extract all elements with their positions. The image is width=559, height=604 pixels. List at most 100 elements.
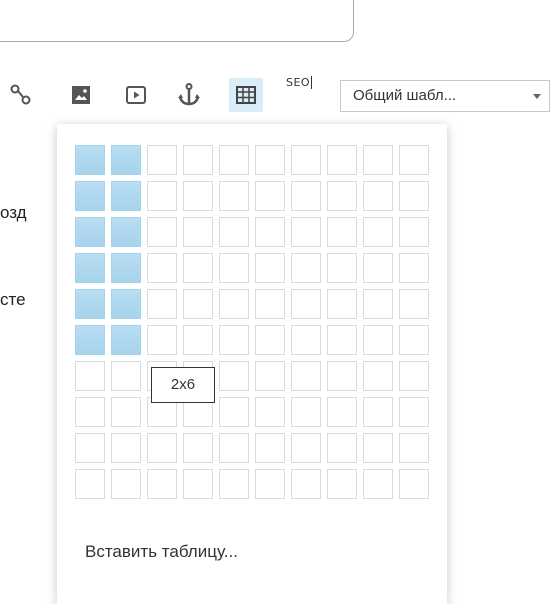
grid-cell[interactable] bbox=[111, 397, 141, 427]
grid-cell[interactable] bbox=[219, 253, 249, 283]
grid-cell[interactable] bbox=[219, 469, 249, 499]
grid-cell[interactable] bbox=[399, 217, 429, 247]
grid-cell[interactable] bbox=[111, 217, 141, 247]
grid-cell[interactable] bbox=[255, 217, 285, 247]
grid-cell[interactable] bbox=[147, 253, 177, 283]
grid-cell[interactable] bbox=[327, 289, 357, 319]
image-button[interactable] bbox=[64, 78, 98, 112]
grid-cell[interactable] bbox=[291, 289, 321, 319]
grid-cell[interactable] bbox=[111, 145, 141, 175]
grid-cell[interactable] bbox=[75, 181, 105, 211]
grid-cell[interactable] bbox=[147, 469, 177, 499]
grid-cell[interactable] bbox=[111, 469, 141, 499]
grid-cell[interactable] bbox=[111, 433, 141, 463]
grid-cell[interactable] bbox=[75, 253, 105, 283]
video-button[interactable] bbox=[119, 78, 153, 112]
grid-cell[interactable] bbox=[327, 433, 357, 463]
grid-cell[interactable] bbox=[363, 253, 393, 283]
grid-cell[interactable] bbox=[363, 469, 393, 499]
grid-cell[interactable] bbox=[399, 253, 429, 283]
grid-cell[interactable] bbox=[219, 217, 249, 247]
grid-cell[interactable] bbox=[399, 433, 429, 463]
seo-button[interactable]: SEO bbox=[286, 76, 313, 89]
grid-cell[interactable] bbox=[255, 469, 285, 499]
grid-cell[interactable] bbox=[291, 181, 321, 211]
grid-cell[interactable] bbox=[291, 433, 321, 463]
grid-cell[interactable] bbox=[291, 469, 321, 499]
table-button[interactable] bbox=[229, 78, 263, 112]
grid-cell[interactable] bbox=[399, 397, 429, 427]
grid-cell[interactable] bbox=[75, 361, 105, 391]
grid-cell[interactable] bbox=[291, 397, 321, 427]
grid-cell[interactable] bbox=[147, 181, 177, 211]
grid-cell[interactable] bbox=[75, 325, 105, 355]
grid-cell[interactable] bbox=[399, 289, 429, 319]
grid-cell[interactable] bbox=[183, 253, 213, 283]
grid-cell[interactable] bbox=[111, 181, 141, 211]
grid-cell[interactable] bbox=[255, 433, 285, 463]
grid-cell[interactable] bbox=[75, 145, 105, 175]
grid-cell[interactable] bbox=[399, 325, 429, 355]
grid-cell[interactable] bbox=[255, 289, 285, 319]
grid-cell[interactable] bbox=[183, 433, 213, 463]
template-select[interactable]: Общий шабл... bbox=[340, 80, 550, 112]
grid-cell[interactable] bbox=[183, 217, 213, 247]
grid-cell[interactable] bbox=[363, 397, 393, 427]
grid-cell[interactable] bbox=[327, 469, 357, 499]
grid-cell[interactable] bbox=[327, 145, 357, 175]
grid-cell[interactable] bbox=[327, 217, 357, 247]
link-button[interactable] bbox=[4, 78, 38, 112]
grid-cell[interactable] bbox=[219, 397, 249, 427]
grid-cell[interactable] bbox=[219, 181, 249, 211]
grid-cell[interactable] bbox=[363, 217, 393, 247]
grid-cell[interactable] bbox=[147, 289, 177, 319]
grid-cell[interactable] bbox=[147, 217, 177, 247]
grid-cell[interactable] bbox=[255, 145, 285, 175]
grid-cell[interactable] bbox=[75, 469, 105, 499]
grid-cell[interactable] bbox=[219, 361, 249, 391]
grid-cell[interactable] bbox=[255, 325, 285, 355]
grid-cell[interactable] bbox=[399, 361, 429, 391]
grid-cell[interactable] bbox=[327, 325, 357, 355]
grid-cell[interactable] bbox=[75, 217, 105, 247]
grid-cell[interactable] bbox=[399, 469, 429, 499]
grid-cell[interactable] bbox=[399, 145, 429, 175]
grid-cell[interactable] bbox=[363, 289, 393, 319]
grid-cell[interactable] bbox=[327, 253, 357, 283]
grid-cell[interactable] bbox=[255, 253, 285, 283]
grid-cell[interactable] bbox=[219, 289, 249, 319]
anchor-button[interactable] bbox=[172, 78, 206, 112]
grid-cell[interactable] bbox=[147, 433, 177, 463]
grid-cell[interactable] bbox=[291, 253, 321, 283]
grid-cell[interactable] bbox=[147, 325, 177, 355]
text-field[interactable] bbox=[0, 0, 354, 42]
grid-cell[interactable] bbox=[219, 145, 249, 175]
grid-cell[interactable] bbox=[183, 289, 213, 319]
grid-cell[interactable] bbox=[255, 361, 285, 391]
grid-cell[interactable] bbox=[327, 181, 357, 211]
grid-cell[interactable] bbox=[75, 433, 105, 463]
grid-cell[interactable] bbox=[291, 145, 321, 175]
grid-cell[interactable] bbox=[183, 145, 213, 175]
grid-cell[interactable] bbox=[291, 325, 321, 355]
grid-cell[interactable] bbox=[147, 145, 177, 175]
grid-cell[interactable] bbox=[183, 181, 213, 211]
grid-cell[interactable] bbox=[111, 289, 141, 319]
grid-cell[interactable] bbox=[183, 469, 213, 499]
grid-cell[interactable] bbox=[363, 325, 393, 355]
grid-cell[interactable] bbox=[291, 361, 321, 391]
grid-cell[interactable] bbox=[363, 433, 393, 463]
grid-cell[interactable] bbox=[363, 361, 393, 391]
grid-cell[interactable] bbox=[111, 325, 141, 355]
grid-cell[interactable] bbox=[399, 181, 429, 211]
grid-cell[interactable] bbox=[363, 145, 393, 175]
grid-cell[interactable] bbox=[183, 325, 213, 355]
grid-cell[interactable] bbox=[363, 181, 393, 211]
grid-cell[interactable] bbox=[291, 217, 321, 247]
grid-cell[interactable] bbox=[219, 325, 249, 355]
grid-cell[interactable] bbox=[327, 361, 357, 391]
grid-cell[interactable] bbox=[75, 289, 105, 319]
grid-cell[interactable] bbox=[255, 181, 285, 211]
grid-cell[interactable] bbox=[111, 361, 141, 391]
grid-cell[interactable] bbox=[219, 433, 249, 463]
